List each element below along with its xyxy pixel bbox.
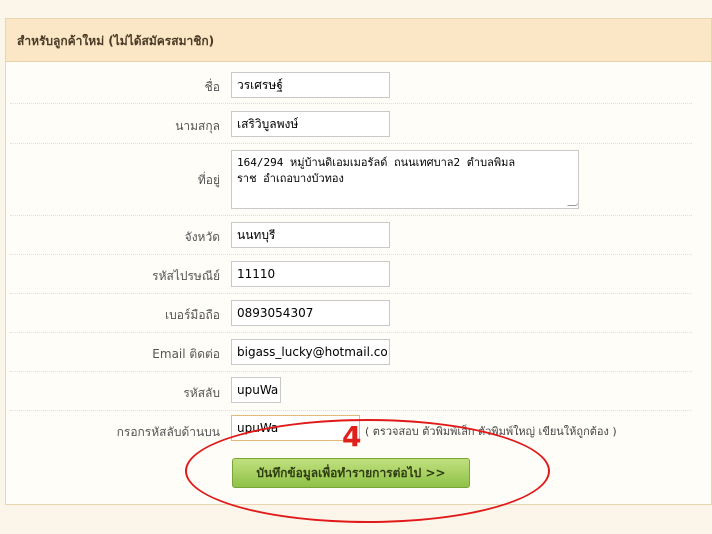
resize-grip-icon[interactable] bbox=[567, 197, 578, 206]
panel-header: สำหรับลูกค้าใหม่ (ไม่ได้สมัครสมาชิก) bbox=[6, 19, 711, 62]
captcha-label: รหัสลับ bbox=[183, 386, 220, 400]
captcha-code-box: upuWa bbox=[231, 377, 281, 403]
annotation-number: 4 bbox=[342, 420, 362, 453]
address-line-2: ราช อำเถอบางบัวทอง bbox=[237, 172, 344, 185]
first-name-input[interactable]: วรเศรษฐ์ bbox=[231, 72, 390, 98]
address-line-1: 164/294 หมู่บ้านดิเอมเมอรัลด์ ถนนเทศบาล2… bbox=[237, 156, 516, 169]
postal-code-input[interactable]: 11110 bbox=[231, 261, 390, 287]
captcha-confirm-label: กรอกรหัสลับด้านบน bbox=[116, 425, 220, 439]
address-textarea[interactable]: 164/294 หมู่บ้านดิเอมเมอรัลด์ ถนนเทศบาล2… bbox=[231, 150, 579, 209]
postal-code-label: รหัสไปรษณีย์ bbox=[152, 269, 220, 283]
row-captcha: รหัสลับ bbox=[10, 373, 692, 411]
province-label: จังหวัด bbox=[184, 230, 220, 244]
last-name-input[interactable]: เสริวิบูลพงษ์ bbox=[231, 111, 390, 137]
panel-title: สำหรับลูกค้าใหม่ (ไม่ได้สมัครสมาชิก) bbox=[17, 34, 215, 48]
address-label: ที่อยู่ bbox=[197, 173, 220, 187]
mobile-label: เบอร์มือถือ bbox=[165, 308, 220, 322]
province-input[interactable]: นนทบุรี bbox=[231, 222, 390, 248]
email-input[interactable]: bigass_lucky@hotmail.co bbox=[231, 339, 390, 365]
last-name-label: นามสกุล bbox=[175, 119, 220, 133]
mobile-input[interactable]: 0893054307 bbox=[231, 300, 390, 326]
email-label: Email ติดต่อ bbox=[152, 347, 220, 361]
first-name-label: ชื่อ bbox=[204, 80, 220, 94]
annotation-ellipse bbox=[185, 419, 550, 523]
